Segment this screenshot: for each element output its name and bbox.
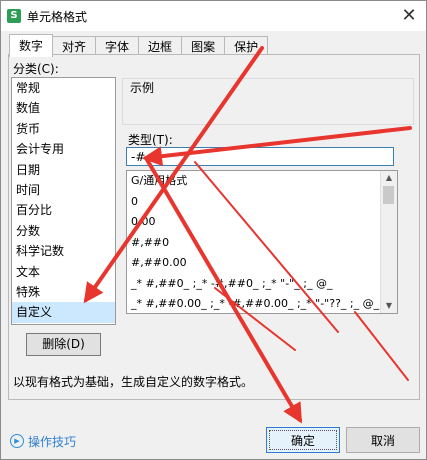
delete-button[interactable]: 删除(D) [26, 333, 101, 356]
format-code-item[interactable]: G/通用格式 [127, 171, 397, 192]
category-list[interactable]: 常规 数值 货币 会计专用 日期 时间 百分比 分数 科学记数 文本 特殊 自定… [11, 77, 116, 325]
scroll-up-icon[interactable]: ▲ [381, 171, 397, 185]
format-code-item[interactable]: 0 [127, 192, 397, 213]
sample-label: 示例 [128, 79, 157, 96]
category-item-currency[interactable]: 货币 [12, 119, 115, 139]
tab-strip: 数字 对齐 字体 边框 图案 保护 [9, 34, 269, 57]
sample-group [122, 78, 414, 125]
category-item-percentage[interactable]: 百分比 [12, 200, 115, 220]
category-item-scientific[interactable]: 科学记数 [12, 241, 115, 261]
format-code-item[interactable]: #,##0.00 [127, 253, 397, 274]
format-list-scrollbar[interactable]: ▲ ▼ [380, 171, 397, 313]
category-item-text[interactable]: 文本 [12, 262, 115, 282]
tips-link[interactable]: 操作技巧 [28, 433, 76, 450]
tab-number[interactable]: 数字 [9, 34, 54, 57]
cancel-button[interactable]: 取消 [346, 427, 420, 453]
play-circle-icon[interactable]: ▶ [10, 434, 24, 448]
category-item-custom[interactable]: 自定义 [12, 302, 115, 323]
category-item-number[interactable]: 数值 [12, 98, 115, 118]
format-code-item[interactable]: 0.00 [127, 212, 397, 233]
format-code-item[interactable]: #,##0 [127, 233, 397, 254]
app-icon: S [7, 9, 21, 23]
category-item-special[interactable]: 特殊 [12, 282, 115, 302]
category-item-fraction[interactable]: 分数 [12, 221, 115, 241]
scroll-thumb[interactable] [383, 186, 394, 204]
category-item-general[interactable]: 常规 [12, 78, 115, 98]
format-code-item[interactable]: _* #,##0_ ;_* -#,##0_ ;_* "-"_ ;_ @_ [127, 274, 397, 295]
dialog-title: 单元格格式 [27, 10, 88, 24]
type-input[interactable]: -# [126, 147, 394, 166]
category-item-accounting[interactable]: 会计专用 [12, 139, 115, 159]
category-item-time[interactable]: 时间 [12, 180, 115, 200]
category-item-date[interactable]: 日期 [12, 160, 115, 180]
format-code-list[interactable]: G/通用格式 0 0.00 #,##0 #,##0.00 _* #,##0_ ;… [126, 170, 398, 314]
title-bar: S 单元格格式 ✕ [1, 1, 426, 31]
close-icon[interactable]: ✕ [398, 5, 420, 27]
type-label: 类型(T): [128, 133, 173, 147]
category-label: 分类(C): [13, 62, 59, 76]
ok-button[interactable]: 确定 [266, 427, 340, 453]
scroll-down-icon[interactable]: ▼ [381, 299, 397, 313]
custom-format-description: 以现有格式为基础，生成自定义的数字格式。 [13, 375, 254, 389]
format-code-item[interactable]: _* #,##0.00_ ;_* -#,##0.00_ ;_* "-"??_ ;… [127, 294, 397, 313]
